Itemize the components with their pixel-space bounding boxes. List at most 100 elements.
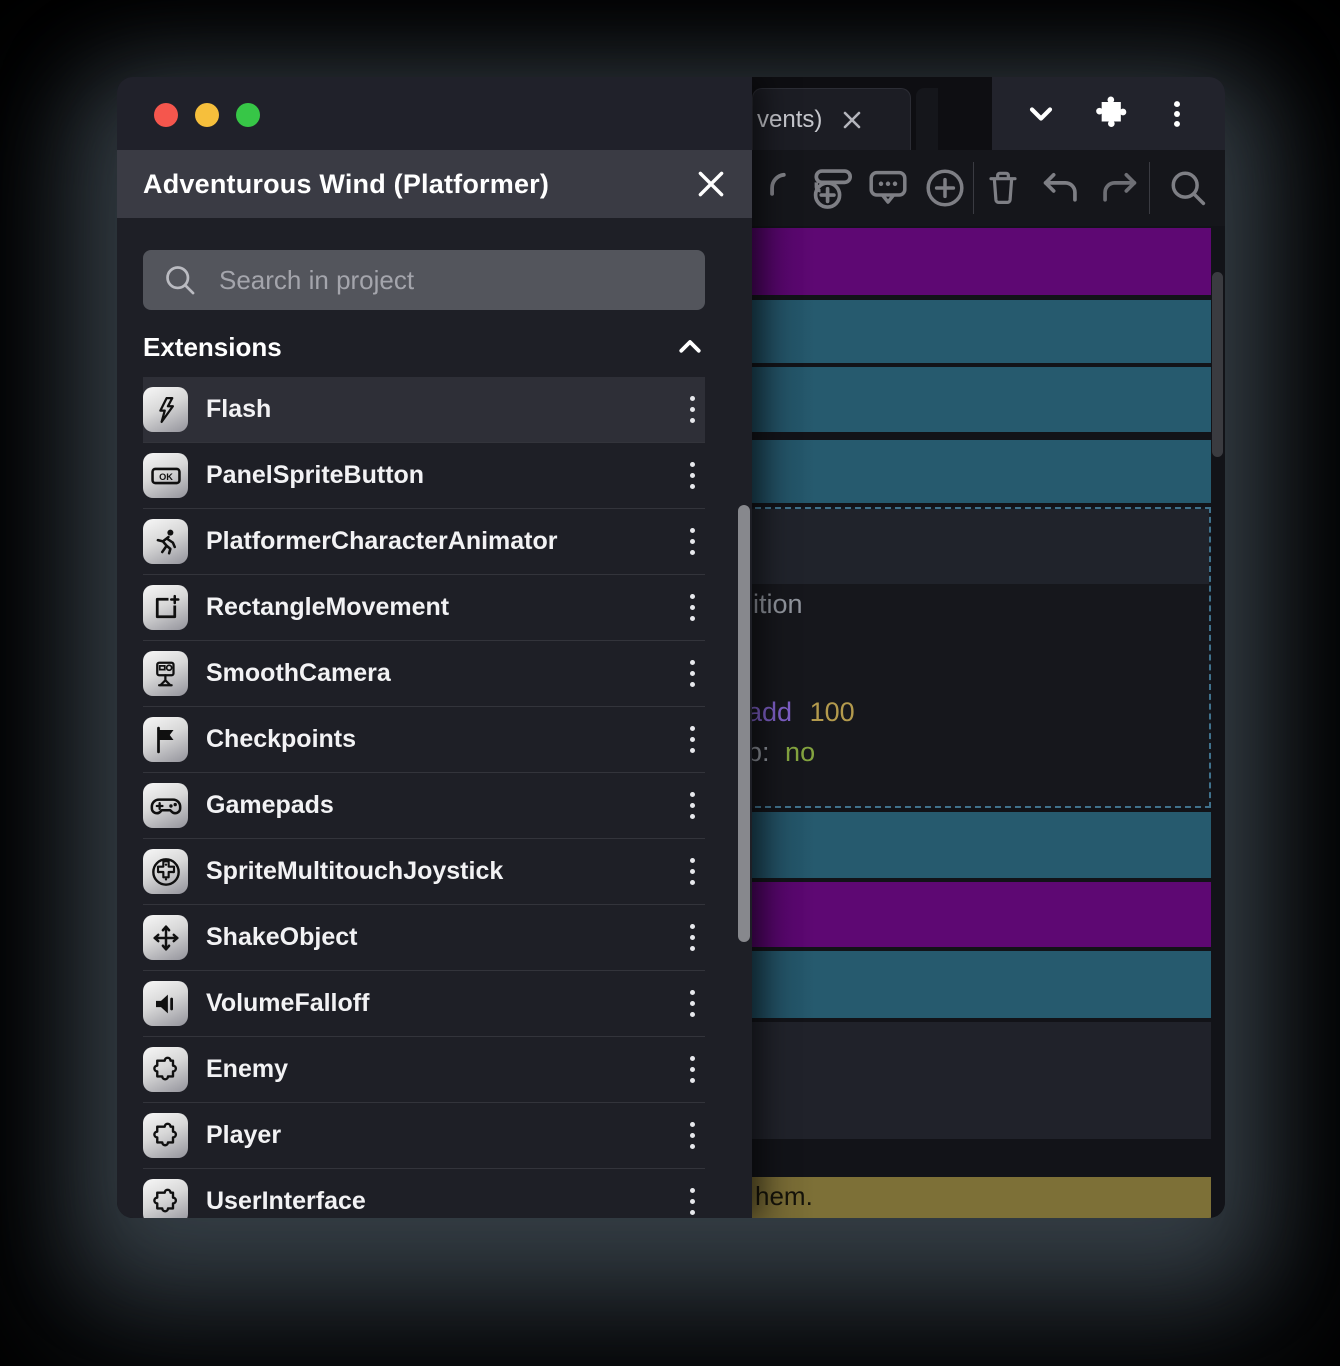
token-number: 100	[809, 697, 855, 727]
token-add: add	[747, 697, 793, 727]
extensions-section-label: Extensions	[143, 331, 282, 362]
ok-button-icon: OK	[143, 453, 188, 498]
extension-item-platformercharacteranimator[interactable]: PlatformerCharacterAnimator	[143, 509, 705, 575]
event-condition-band	[747, 509, 1209, 584]
drawer-scrollbar-thumb[interactable]	[738, 505, 750, 942]
redo-icon[interactable]	[1089, 166, 1149, 210]
shake-arrows-icon	[143, 915, 188, 960]
project-title: Adventurous Wind (Platformer)	[143, 168, 550, 199]
extension-label: ShakeObject	[206, 923, 358, 951]
item-menu-icon[interactable]	[680, 456, 705, 495]
extension-label: Checkpoints	[206, 725, 357, 753]
chevron-down-icon[interactable]	[1023, 96, 1059, 132]
zoom-traffic-light[interactable]	[236, 103, 260, 127]
event-row-teal[interactable]	[745, 367, 1211, 432]
extension-item-flash[interactable]: Flash	[143, 377, 705, 443]
tab-events[interactable]: vents)	[752, 88, 911, 150]
event-row-purple[interactable]	[745, 882, 1211, 947]
event-param-text: p: no	[747, 737, 815, 768]
item-menu-icon[interactable]	[680, 588, 705, 627]
gdevelop-window: vents) ition add 100 p: no hem. Adventur…	[117, 77, 1225, 1218]
extension-item-userinterface[interactable]: UserInterface	[143, 1169, 705, 1218]
speaker-icon	[143, 981, 188, 1026]
extension-store-icon[interactable]	[1090, 94, 1130, 134]
event-row-teal[interactable]	[745, 812, 1211, 878]
puzzle-piece-icon	[143, 1113, 188, 1158]
events-toolbar	[752, 150, 1225, 226]
close-icon[interactable]	[694, 167, 728, 201]
token-param-value: no	[785, 737, 816, 767]
macos-titlebar	[117, 77, 752, 150]
project-manager-drawer: Adventurous Wind (Platformer) Search in …	[117, 77, 752, 1218]
extension-item-checkpoints[interactable]: Checkpoints	[143, 707, 705, 773]
item-menu-icon[interactable]	[680, 1050, 705, 1089]
extension-item-volumefalloff[interactable]: VolumeFalloff	[143, 971, 705, 1037]
extension-label: SmoothCamera	[206, 659, 391, 687]
extension-item-panelspritebutton[interactable]: OK PanelSpriteButton	[143, 443, 705, 509]
search-icon	[163, 263, 197, 297]
item-menu-icon[interactable]	[680, 390, 705, 429]
item-menu-icon[interactable]	[680, 1116, 705, 1155]
event-row-comment[interactable]: hem.	[745, 1177, 1211, 1218]
joystick-icon	[143, 849, 188, 894]
flash-icon	[143, 387, 188, 432]
close-traffic-light[interactable]	[154, 103, 178, 127]
extension-label: Enemy	[206, 1055, 288, 1083]
gamepad-icon	[143, 783, 188, 828]
event-row-group[interactable]	[745, 1022, 1211, 1139]
extension-label: SpriteMultitouchJoystick	[206, 857, 504, 885]
extension-label: Gamepads	[206, 791, 334, 819]
extension-label: PlatformerCharacterAnimator	[206, 527, 558, 555]
item-menu-icon[interactable]	[680, 786, 705, 825]
event-action-text: add 100	[747, 697, 855, 728]
extension-item-player[interactable]: Player	[143, 1103, 705, 1169]
running-person-icon	[143, 519, 188, 564]
item-menu-icon[interactable]	[680, 522, 705, 561]
extension-item-enemy[interactable]: Enemy	[143, 1037, 705, 1103]
toolbar-partial-icon[interactable]	[752, 166, 799, 210]
project-manager-header: Adventurous Wind (Platformer)	[117, 150, 752, 218]
item-menu-icon[interactable]	[680, 918, 705, 957]
extension-label: Flash	[206, 395, 272, 423]
search-icon[interactable]	[1150, 167, 1225, 209]
extension-item-spritemultitouchjoystick[interactable]: SpriteMultitouchJoystick	[143, 839, 705, 905]
comment-text: hem.	[755, 1181, 813, 1211]
puzzle-piece-icon	[143, 1047, 188, 1092]
tab-close-icon[interactable]	[840, 108, 864, 132]
search-input[interactable]: Search in project	[143, 250, 705, 310]
search-placeholder: Search in project	[219, 264, 415, 295]
rectangle-plus-icon	[143, 585, 188, 630]
extension-item-smoothcamera[interactable]: SmoothCamera	[143, 641, 705, 707]
extension-item-rectanglemovement[interactable]: RectangleMovement	[143, 575, 705, 641]
svg-text:OK: OK	[159, 471, 173, 481]
add-event-icon[interactable]	[799, 164, 859, 212]
event-row-teal[interactable]	[745, 951, 1211, 1018]
chevron-up-icon[interactable]	[675, 332, 705, 362]
event-condition-text: ition	[753, 589, 803, 619]
event-row-purple[interactable]	[745, 228, 1211, 295]
extension-item-shakeobject[interactable]: ShakeObject	[143, 905, 705, 971]
extensions-list: Flash OK PanelSpriteButton PlatformerCha…	[143, 377, 705, 1218]
item-menu-icon[interactable]	[680, 654, 705, 693]
trash-icon[interactable]	[974, 168, 1034, 208]
event-row-teal[interactable]	[745, 300, 1211, 363]
tab-events-label: vents)	[757, 105, 823, 133]
puzzle-piece-icon	[143, 1179, 188, 1218]
extensions-section-header[interactable]: Extensions	[143, 327, 705, 367]
more-vert-icon[interactable]	[1160, 97, 1194, 131]
window-controls-bar	[992, 77, 1225, 150]
item-menu-icon[interactable]	[680, 720, 705, 759]
item-menu-icon[interactable]	[680, 1182, 705, 1218]
flag-icon	[143, 717, 188, 762]
item-menu-icon[interactable]	[680, 984, 705, 1023]
undo-icon[interactable]	[1033, 166, 1089, 210]
minimize-traffic-light[interactable]	[195, 103, 219, 127]
extension-item-gamepads[interactable]: Gamepads	[143, 773, 705, 839]
event-row-selected[interactable]: ition add 100 p: no	[745, 507, 1211, 808]
camera-icon	[143, 651, 188, 696]
item-menu-icon[interactable]	[680, 852, 705, 891]
events-scrollbar-thumb[interactable]	[1212, 272, 1223, 457]
event-row-teal[interactable]	[745, 440, 1211, 503]
add-comment-icon[interactable]	[859, 167, 917, 209]
add-circle-icon[interactable]	[917, 167, 973, 209]
